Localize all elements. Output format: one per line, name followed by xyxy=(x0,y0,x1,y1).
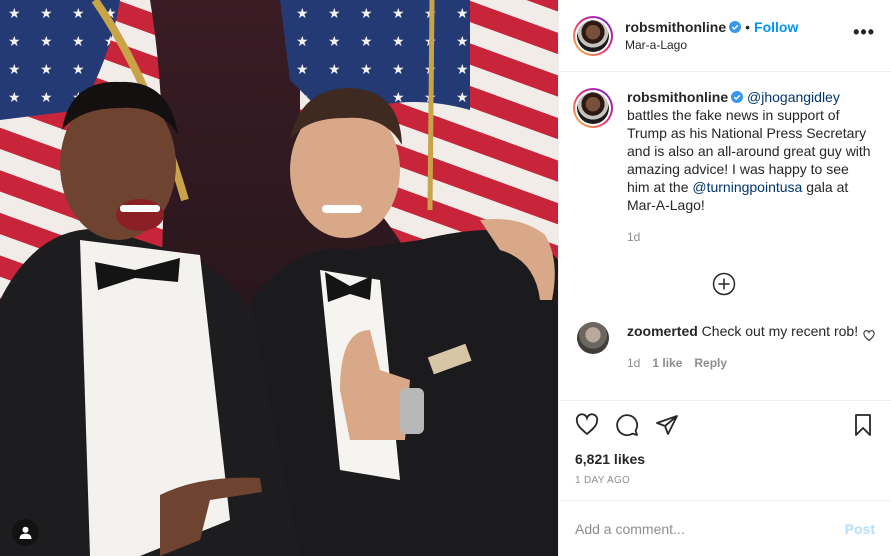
reply-button[interactable]: Reply xyxy=(694,356,727,370)
load-more-comments-button[interactable] xyxy=(573,272,875,296)
comment-likes[interactable]: 1 like xyxy=(652,356,682,370)
photo-illustration: ★ xyxy=(0,0,558,556)
bookmark-icon xyxy=(855,414,871,436)
mention-link[interactable]: @jhogangidley xyxy=(747,89,840,105)
likes-count[interactable]: 6,821 likes xyxy=(575,451,875,467)
paper-plane-icon xyxy=(656,415,678,435)
post-comment-button[interactable]: Post xyxy=(845,521,875,537)
caption: robsmithonline @jhogangidley battles the… xyxy=(573,88,875,246)
comment-input[interactable]: Add a comment... xyxy=(575,521,845,537)
comment-button[interactable] xyxy=(615,413,639,437)
comment-item: zoomerted Check out my recent rob! 1d 1 l… xyxy=(573,322,875,372)
comments-section: robsmithonline @jhogangidley battles the… xyxy=(559,72,891,400)
post-timestamp[interactable]: 1 DAY AGO xyxy=(575,475,875,486)
share-button[interactable] xyxy=(655,413,679,437)
heart-icon xyxy=(575,413,599,436)
verified-badge-icon xyxy=(731,91,744,103)
mention-link[interactable]: @turningpointusa xyxy=(692,179,802,195)
comment-like-heart-icon[interactable] xyxy=(863,330,875,342)
follow-button[interactable]: Follow xyxy=(754,19,798,35)
post-header: robsmithonline • Follow Mar-a-Lago ••• xyxy=(559,0,891,72)
tagged-user-button[interactable] xyxy=(12,519,39,546)
plus-circle-icon xyxy=(712,272,736,296)
post-photo[interactable]: ★ xyxy=(0,0,558,556)
user-icon xyxy=(19,526,32,539)
post-actions: 6,821 likes 1 DAY AGO xyxy=(559,400,891,500)
comment-time[interactable]: 1d xyxy=(627,356,640,370)
comment-bubble-icon xyxy=(616,414,639,437)
comment-text: Check out my recent rob! xyxy=(697,323,859,339)
caption-meta: 1d xyxy=(627,228,875,246)
add-comment-bar: Add a comment... Post xyxy=(559,500,891,556)
post-sidebar: robsmithonline • Follow Mar-a-Lago ••• rob… xyxy=(558,0,891,556)
commenter-avatar[interactable] xyxy=(577,322,609,354)
commenter-username[interactable]: zoomerted xyxy=(627,323,698,339)
location-link[interactable]: Mar-a-Lago xyxy=(625,36,853,54)
more-options-button[interactable]: ••• xyxy=(853,23,875,45)
save-button[interactable] xyxy=(851,413,875,437)
caption-username[interactable]: robsmithonline xyxy=(627,89,728,105)
caption-time[interactable]: 1d xyxy=(627,230,640,244)
verified-badge-icon xyxy=(729,20,742,33)
author-username[interactable]: robsmithonline xyxy=(625,19,726,35)
like-button[interactable] xyxy=(575,413,599,437)
author-avatar[interactable] xyxy=(573,15,613,56)
separator-dot: • xyxy=(745,18,751,35)
comment-meta: 1d 1 like Reply xyxy=(627,354,863,372)
instagram-post: ★ xyxy=(0,0,891,556)
caption-avatar[interactable] xyxy=(573,88,613,128)
